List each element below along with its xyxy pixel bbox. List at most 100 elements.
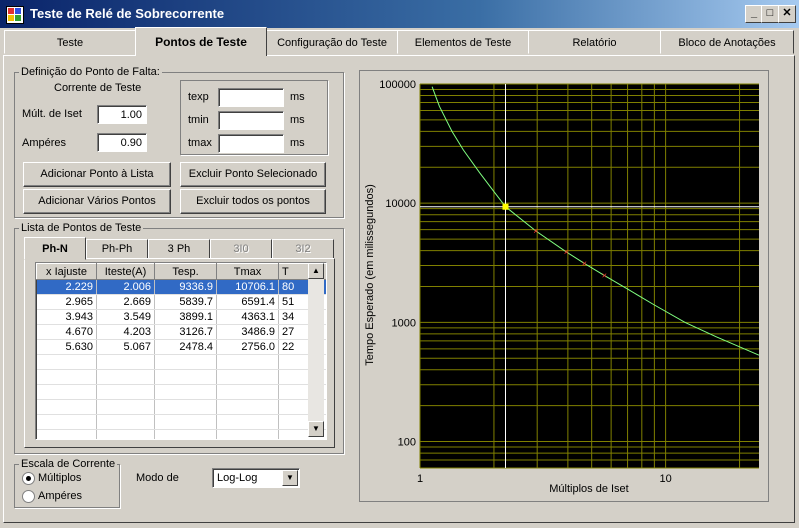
table-cell: 2.006 — [96, 279, 155, 295]
arrow-down-icon: ▼ — [312, 424, 320, 433]
table-cell: 3.943 — [36, 309, 97, 325]
table-cell: 4363.1 — [216, 309, 279, 325]
table-cell: 2478.4 — [154, 339, 217, 355]
table-cell: 3.549 — [96, 309, 155, 325]
maximize-icon: □ — [766, 7, 774, 19]
table-row[interactable]: 4.670 4.203 3126.7 3486.9 27 — [36, 324, 326, 340]
texp-label: texp — [188, 91, 209, 103]
tmin-unit: ms — [290, 114, 305, 126]
scale-legend: Escala de Corrente — [21, 458, 116, 470]
x-tick-label: 10 — [659, 473, 671, 485]
data-point[interactable]: × — [564, 247, 569, 257]
table-cell: 3899.1 — [154, 309, 217, 325]
table-cell: 5839.7 — [154, 294, 217, 310]
tab-elementos[interactable]: Elementos de Teste — [397, 30, 529, 54]
x-tick-label: 1 — [417, 473, 423, 485]
remove-selected-button[interactable]: Excluir Ponto Selecionado — [180, 162, 326, 187]
subtab-ph-n[interactable]: Ph-N — [24, 237, 86, 260]
add-point-button[interactable]: Adicionar Ponto à Lista — [23, 162, 171, 187]
y-axis-label: Tempo Esperado (em milissegundos) — [364, 184, 376, 366]
data-point[interactable]: × — [602, 270, 607, 280]
multiples-label: Múltiplos — [38, 472, 82, 484]
arrow-up-icon: ▲ — [312, 266, 320, 275]
window-title: Teste de Relé de Sobrecorrente — [30, 6, 225, 21]
table-cell: 3126.7 — [154, 324, 217, 340]
empty-row — [36, 384, 326, 400]
mult-input[interactable] — [97, 105, 147, 124]
table-cell: 9336.9 — [154, 279, 217, 295]
dropdown-button[interactable]: ▼ — [282, 470, 298, 486]
column-header[interactable]: Tesp. — [154, 263, 217, 280]
tab-relatorio[interactable]: Relatório — [528, 30, 661, 54]
x-tick-labels: 1 10 — [417, 473, 672, 485]
title-bar: Teste de Relé de Sobrecorrente _ □ ✕ — [0, 0, 799, 28]
multiples-radio[interactable] — [22, 472, 35, 485]
y-tick-label: 100 — [398, 437, 416, 449]
empty-row — [36, 369, 326, 385]
table-row[interactable]: 3.943 3.549 3899.1 4363.1 34 — [36, 309, 326, 325]
subtab-3ph[interactable]: 3 Ph — [148, 239, 210, 259]
grid-body: 2.229 2.006 9336.9 10706.1 80 2.965 2.669 5839.… — [36, 279, 326, 439]
tab-pontos-de-teste[interactable]: Pontos de Teste — [135, 27, 267, 56]
table-row[interactable]: 2.965 2.669 5839.7 6591.4 51 — [36, 294, 326, 310]
data-point[interactable]: × — [533, 226, 538, 236]
subtab-ph-ph[interactable]: Ph-Ph — [86, 239, 148, 259]
y-tick-label: 1000 — [392, 317, 416, 329]
radio-dot-icon — [26, 476, 31, 481]
grid-scrollbar[interactable]: ▲ ▼ — [308, 263, 324, 437]
table-cell: 2.965 — [36, 294, 97, 310]
remove-all-button[interactable]: Excluir todos os pontos — [180, 189, 326, 214]
table-cell: 6591.4 — [216, 294, 279, 310]
texp-input[interactable] — [218, 88, 284, 107]
app-icon — [6, 6, 24, 24]
y-tick-label: 100000 — [379, 79, 416, 91]
mode-value: Log-Log — [217, 472, 258, 484]
column-header[interactable]: x Iajuste — [36, 263, 97, 280]
subtab-3i0: 3I0 — [210, 239, 272, 259]
table-cell: 5.067 — [96, 339, 155, 355]
tmax-input[interactable] — [218, 134, 284, 153]
tab-bloco-anotacoes[interactable]: Bloco de Anotações — [660, 30, 794, 54]
empty-row — [36, 414, 326, 430]
close-button[interactable]: ✕ — [778, 5, 796, 23]
current-title: Corrente de Teste — [54, 82, 142, 94]
amps-radio[interactable] — [22, 490, 35, 503]
scroll-up-button[interactable]: ▲ — [308, 263, 324, 279]
tmax-label: tmax — [188, 137, 212, 149]
tmin-input[interactable] — [218, 111, 284, 130]
y-tick-label: 10000 — [385, 198, 416, 210]
data-point[interactable]: × — [582, 258, 587, 268]
points-grid[interactable]: x Iajuste Iteste(A) Tesp. Tmax T 2.229 2.… — [35, 262, 327, 440]
column-header[interactable]: Tmax — [216, 263, 279, 280]
amps-input[interactable] — [97, 133, 147, 152]
empty-row — [36, 429, 326, 439]
scroll-down-button[interactable]: ▼ — [308, 421, 324, 437]
point-list-legend: Lista de Pontos de Teste — [21, 222, 142, 234]
table-cell: 2.229 — [36, 279, 97, 295]
mode-select[interactable]: Log-Log ▼ — [212, 468, 300, 488]
y-tick-labels: 100 1000 10000 100000 — [379, 79, 416, 449]
add-multiple-button[interactable]: Adicionar Vários Pontos — [23, 189, 171, 214]
table-row[interactable]: 5.630 5.067 2478.4 2756.0 22 — [36, 339, 326, 355]
table-cell: 3486.9 — [216, 324, 279, 340]
maximize-button[interactable]: □ — [761, 5, 779, 23]
table-cell: 4.670 — [36, 324, 97, 340]
table-cell: 10706.1 — [216, 279, 279, 295]
table-cell: 2756.0 — [216, 339, 279, 355]
subtab-3i2: 3I2 — [272, 239, 334, 259]
tmax-unit: ms — [290, 137, 305, 149]
selected-point[interactable] — [502, 203, 509, 210]
tab-teste[interactable]: Teste — [4, 30, 136, 54]
tmin-label: tmin — [188, 114, 209, 126]
mult-label: Múlt. de Iset — [22, 108, 82, 120]
minimize-icon: _ — [750, 7, 758, 19]
table-row[interactable]: 2.229 2.006 9336.9 10706.1 80 — [36, 279, 326, 295]
fault-point-legend: Definição do Ponto de Falta: — [21, 66, 160, 78]
amps-radio-label: Ampéres — [38, 490, 83, 502]
tab-configuracao[interactable]: Configuração do Teste — [266, 30, 398, 54]
chevron-down-icon: ▼ — [286, 473, 294, 482]
column-header[interactable]: Iteste(A) — [96, 263, 155, 280]
amps-label: Ampéres — [22, 137, 67, 149]
table-cell: 2.669 — [96, 294, 155, 310]
plot-area — [420, 84, 759, 468]
